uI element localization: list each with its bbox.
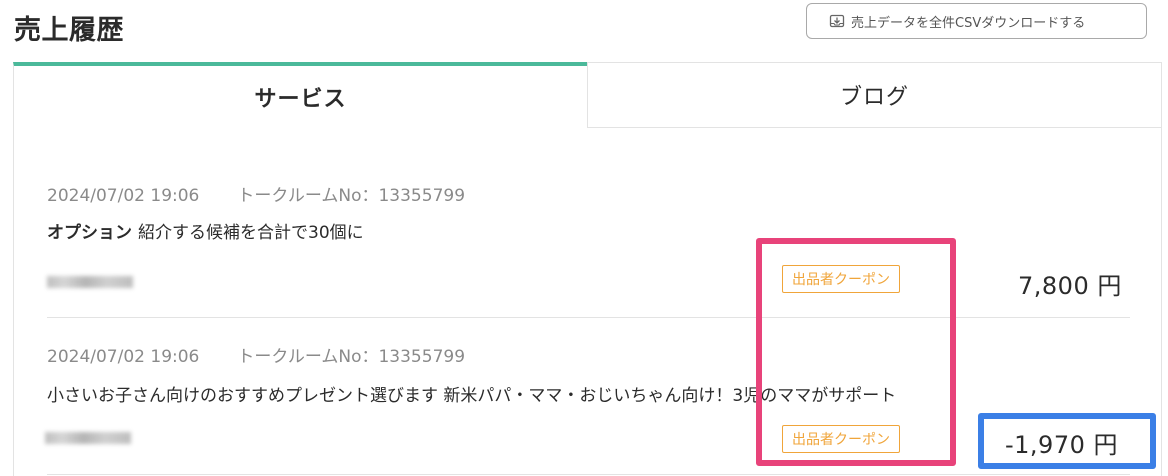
tab-bar: サービス ブログ bbox=[13, 62, 1162, 128]
entry-amount: 7,800 円 bbox=[1018, 272, 1122, 300]
blurred-buyer-name bbox=[47, 276, 133, 288]
tab-blog-label: ブログ bbox=[839, 85, 909, 110]
entry-talkroom: トークルームNo：13355799 bbox=[237, 186, 466, 206]
sales-entry: 2024/07/02 19:06 トークルームNo：13355799 小さいお子さ… bbox=[47, 342, 1130, 406]
csv-download-button[interactable]: 売上データを全件CSVダウンロードする bbox=[806, 3, 1147, 39]
page-title: 売上履歴 bbox=[14, 15, 124, 46]
blurred-buyer-name bbox=[45, 432, 131, 444]
csv-download-label: 売上データを全件CSVダウンロードする bbox=[851, 15, 1086, 31]
entry-title: 小さいお子さん向けのおすすめプレゼント選びます 新米パパ・ママ・おじいちゃん向け… bbox=[47, 381, 1130, 406]
entry-title: オプション 紹介する候補を合計で30個に bbox=[47, 218, 1130, 243]
amount-highlight-box bbox=[978, 413, 1156, 469]
coupon-highlight-box bbox=[756, 238, 956, 466]
tab-service-label: サービス bbox=[254, 87, 347, 112]
entry-datetime: 2024/07/02 19:06 bbox=[47, 186, 200, 206]
entry-meta: 2024/07/02 19:06 トークルームNo：13355799 bbox=[47, 181, 1130, 206]
entry-meta: 2024/07/02 19:06 トークルームNo：13355799 bbox=[47, 342, 1130, 367]
entry-divider bbox=[47, 317, 1130, 318]
entry-title-text: 紹介する候補を合計で30個に bbox=[138, 223, 364, 243]
tab-blog[interactable]: ブログ bbox=[587, 62, 1162, 128]
download-tray-icon bbox=[829, 13, 845, 29]
entry-talkroom: トークルームNo：13355799 bbox=[237, 347, 466, 367]
entry-divider bbox=[47, 474, 1130, 475]
entry-datetime: 2024/07/02 19:06 bbox=[47, 347, 200, 367]
entry-option-label: オプション bbox=[47, 223, 132, 243]
sales-entry: 2024/07/02 19:06 トークルームNo：13355799 オプション紹… bbox=[47, 181, 1130, 243]
tab-service[interactable]: サービス bbox=[13, 62, 587, 128]
